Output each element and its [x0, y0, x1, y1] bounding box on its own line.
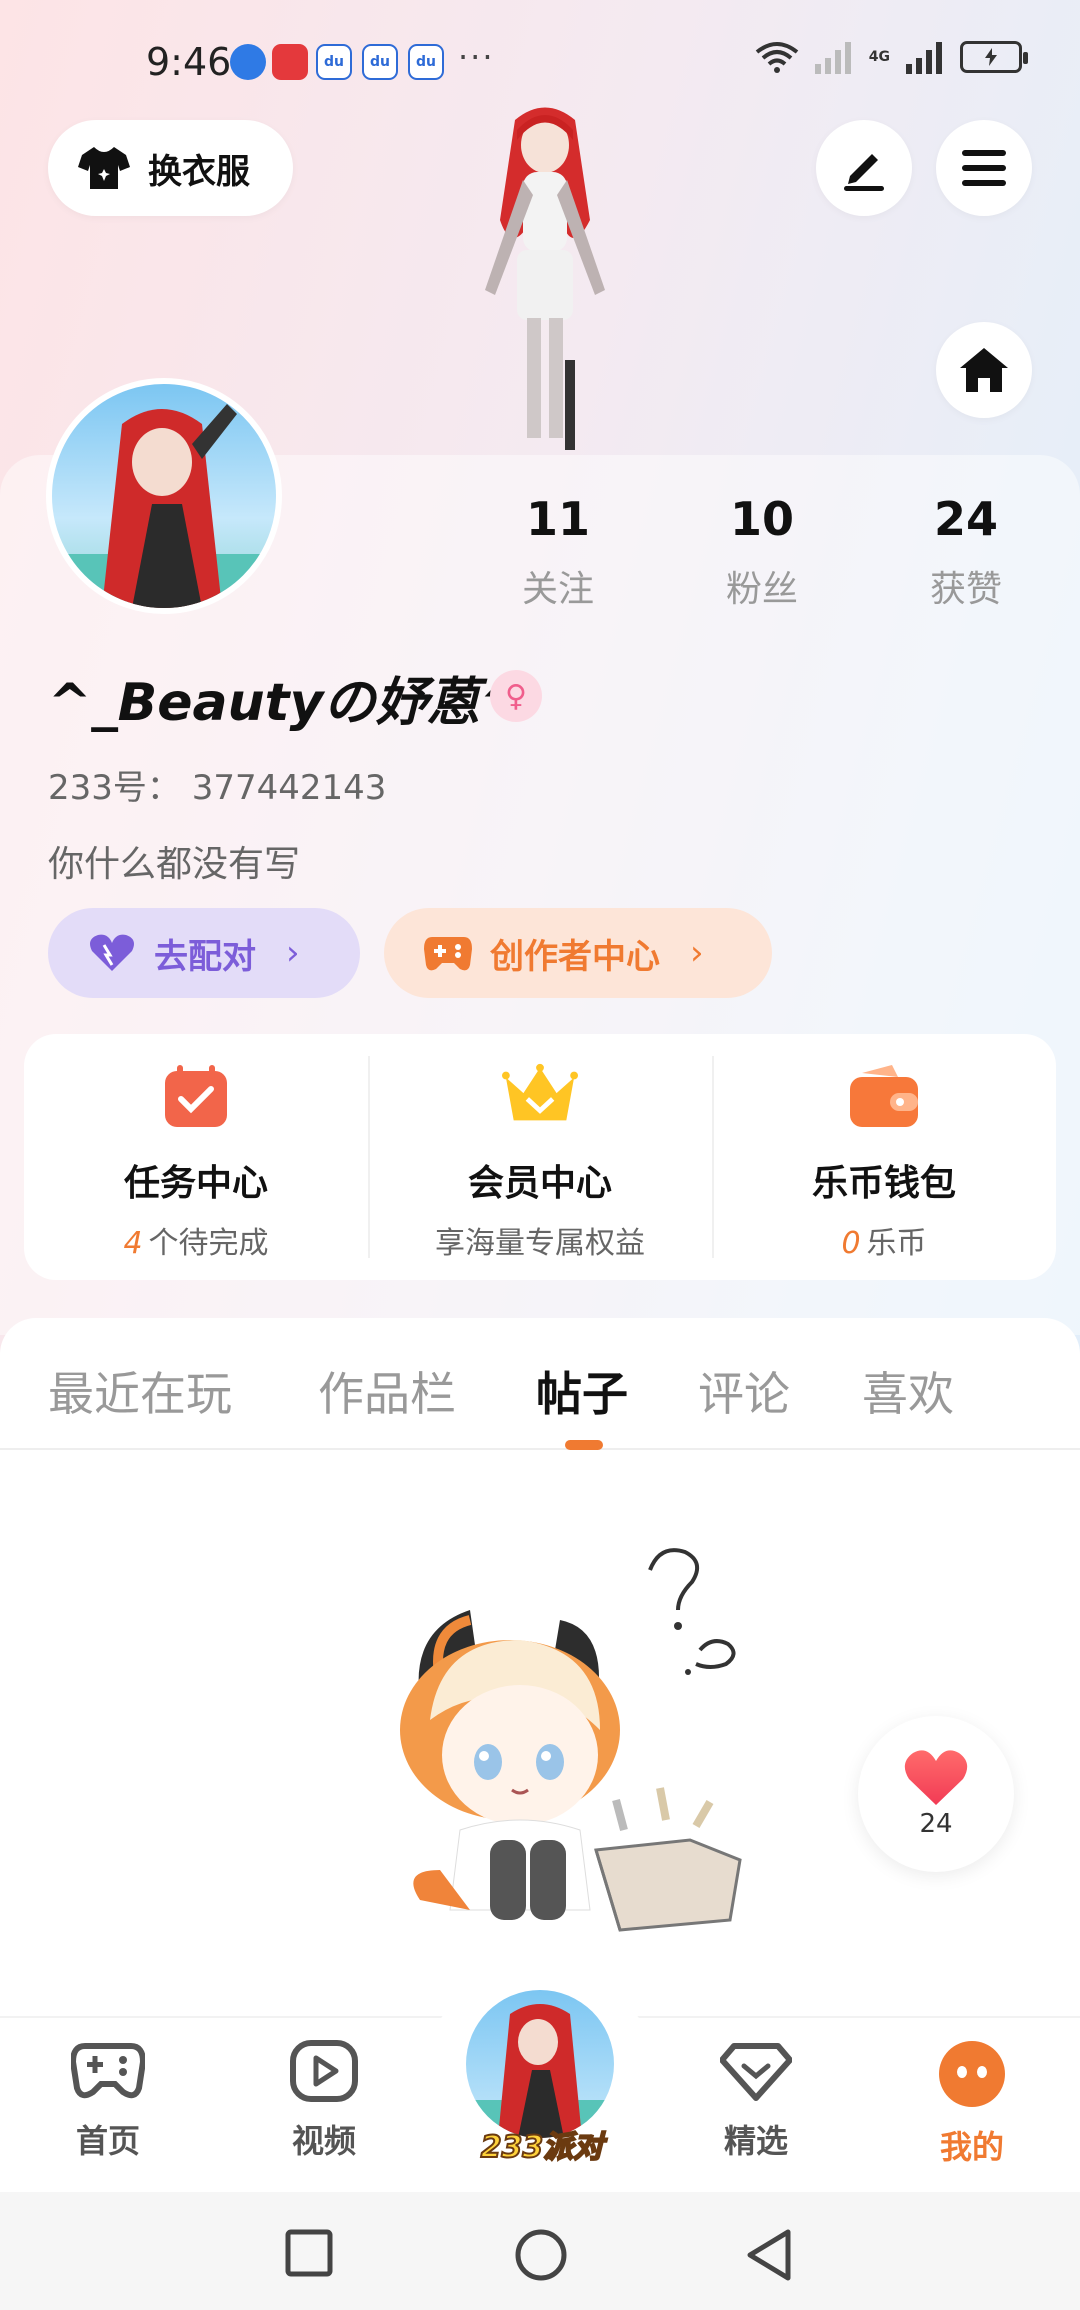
gamepad-icon [424, 937, 472, 971]
member-center-card[interactable]: 会员中心 享海量专属权益 [368, 1034, 712, 1280]
task-calendar-icon [158, 1058, 234, 1134]
nav-home[interactable]: 首页 [38, 2040, 178, 2162]
wallet-card[interactable]: 乐币钱包 0 乐币 [712, 1034, 1056, 1280]
chevron-right-icon: › [690, 933, 704, 973]
member-center-sub: 享海量专属权益 [435, 1226, 645, 1261]
huawei-app-icon [272, 44, 308, 80]
home-nav-icon[interactable] [514, 2228, 568, 2282]
edit-profile-button[interactable] [816, 120, 912, 216]
wifi-icon [755, 42, 799, 73]
clock: 9:46 [146, 40, 232, 84]
change-outfit-button[interactable]: 换衣服 [48, 120, 293, 216]
recent-apps-icon[interactable] [284, 2228, 334, 2278]
user-id[interactable]: 233号： 377442143 [48, 760, 386, 809]
tab-posts[interactable]: 帖子 [536, 1358, 628, 1424]
followers-count: 10 [729, 492, 794, 546]
chevron-right-icon: › [286, 933, 300, 973]
following-label: 关注 [521, 569, 594, 610]
wallet-icon [846, 1058, 922, 1134]
tab-indicator [565, 1440, 603, 1450]
nickname: ^_Beautyの妤蒽^ [48, 673, 523, 733]
nav-home-label: 首页 [75, 2122, 140, 2160]
baidu-app-icon: du [316, 44, 352, 80]
network-type: 4G [868, 49, 890, 65]
wallet-title: 乐币钱包 [811, 1163, 956, 1204]
tab-likes[interactable]: 喜欢 [862, 1358, 954, 1424]
signal-strong-icon [906, 42, 942, 74]
tab-bar: 最近在玩 作品栏 帖子 评论 喜欢 [0, 1318, 1080, 1450]
empty-state-illustration [400, 1548, 742, 1932]
more-notifications-icon: ··· [458, 38, 495, 76]
tab-works[interactable]: 作品栏 [318, 1358, 456, 1424]
heart-diamond-icon [719, 2043, 793, 2101]
browser-app-icon [230, 44, 266, 80]
wallet-sub: 0 乐币 [841, 1226, 927, 1261]
tab-recent-played[interactable]: 最近在玩 [48, 1358, 232, 1424]
task-center-card[interactable]: 任务中心 4 个待完成 [24, 1034, 368, 1280]
heart-icon [90, 934, 134, 971]
nav-featured-label: 精选 [723, 2122, 788, 2160]
shirt-icon [78, 147, 130, 189]
following-count: 11 [525, 492, 590, 546]
menu-button[interactable] [936, 120, 1032, 216]
bio[interactable]: 你什么都没有写 [48, 835, 300, 887]
tab-comments[interactable]: 评论 [698, 1358, 790, 1424]
nav-video-label: 视频 [291, 2122, 356, 2160]
likes-stat[interactable]: 24 获赞 [886, 492, 1046, 612]
smile-icon [939, 2041, 1005, 2107]
following-stat[interactable]: 11 关注 [478, 492, 638, 612]
home-button[interactable] [936, 322, 1032, 418]
gamepad-icon [69, 2043, 147, 2099]
nav-mine[interactable]: 我的 [902, 2040, 1042, 2168]
creator-center-label: 创作者中心 [490, 936, 660, 977]
nav-party-avatar[interactable] [466, 1990, 614, 2138]
followers-stat[interactable]: 10 粉丝 [682, 492, 842, 612]
task-center-title: 任务中心 [123, 1163, 268, 1204]
match-label: 去配对 [154, 936, 256, 977]
likes-count: 24 [933, 492, 998, 546]
match-button[interactable]: 去配对 › [48, 908, 360, 998]
nav-party-label[interactable]: 233派对 [468, 2122, 616, 2166]
task-center-sub: 4 个待完成 [123, 1226, 269, 1261]
crown-icon [502, 1058, 578, 1134]
play-icon [290, 2040, 358, 2102]
pen-icon [844, 154, 884, 191]
nav-mine-label: 我的 [939, 2128, 1004, 2166]
likes-label: 获赞 [929, 569, 1002, 610]
nav-video[interactable]: 视频 [254, 2040, 394, 2162]
followers-label: 粉丝 [725, 569, 798, 610]
creator-center-button[interactable]: 创作者中心 › [384, 908, 772, 998]
signal-weak-icon [814, 42, 851, 74]
member-center-title: 会员中心 [467, 1163, 612, 1204]
back-icon[interactable] [744, 2228, 794, 2282]
avatar-figure[interactable] [455, 100, 635, 460]
party-avatar [466, 2004, 614, 2138]
avatar-image [52, 404, 276, 608]
menu-icon [962, 150, 1006, 186]
like-floating-button[interactable]: 24 [858, 1716, 1014, 1872]
like-count: 24 [919, 1809, 953, 1839]
feature-cards: 任务中心 4 个待完成 会员中心 享海量专属权益 乐币钱包 0 乐币 [24, 1034, 1056, 1280]
baidu-app-icon: du [408, 44, 444, 80]
nav-featured[interactable]: 精选 [686, 2040, 826, 2162]
baidu-app-icon: du [362, 44, 398, 80]
heart-icon [904, 1750, 968, 1805]
change-outfit-label: 换衣服 [148, 151, 250, 192]
gender-female-icon: ♀ [490, 670, 542, 722]
home-icon [960, 348, 1008, 392]
avatar[interactable] [46, 378, 282, 614]
battery-icon [960, 41, 1028, 73]
